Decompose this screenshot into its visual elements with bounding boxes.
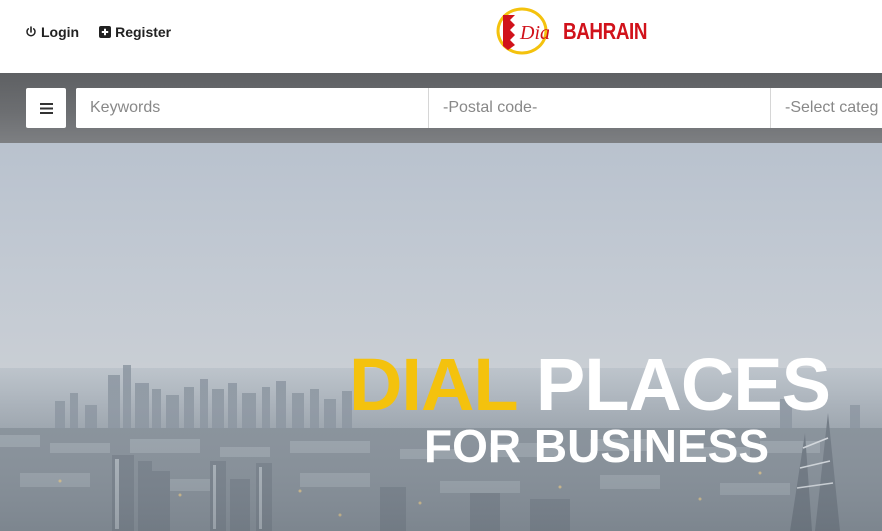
auth-links: Login Register	[25, 24, 171, 40]
register-label: Register	[115, 24, 172, 40]
search-bar: -Select categ	[0, 73, 882, 143]
postal-code-input[interactable]	[429, 88, 771, 128]
category-select-value: -Select categ	[785, 99, 879, 116]
plus-square-icon	[99, 26, 112, 38]
hero-title: DIAL PLACES	[0, 348, 882, 422]
menu-button[interactable]	[26, 88, 66, 128]
hero-title-line1: DIAL PLACES	[0, 348, 831, 422]
city-skyline-image	[0, 365, 882, 531]
dial-logo-badge: Dial	[496, 7, 549, 55]
power-icon	[26, 26, 36, 37]
logo-badge-text: Dial	[519, 22, 549, 44]
category-select[interactable]: -Select categ	[771, 88, 882, 128]
hamburger-icon	[39, 102, 53, 114]
site-logo[interactable]: Dial BAHRAIN	[495, 6, 666, 56]
keywords-input[interactable]	[76, 88, 429, 128]
hero-banner: DIAL PLACES FOR BUSINESS	[0, 143, 882, 531]
top-header: Login Register Dial BAHRAIN	[0, 0, 882, 73]
login-label: Login	[41, 24, 80, 40]
hero-word-places: PLACES	[535, 343, 831, 426]
login-link[interactable]: Login	[25, 24, 79, 40]
register-link[interactable]: Register	[99, 24, 171, 40]
logo-name: BAHRAIN	[563, 17, 648, 44]
hero-subtitle: FOR BUSINESS	[424, 420, 770, 472]
hero-word-dial: DIAL	[348, 343, 517, 426]
search-fields: -Select categ	[76, 88, 882, 128]
